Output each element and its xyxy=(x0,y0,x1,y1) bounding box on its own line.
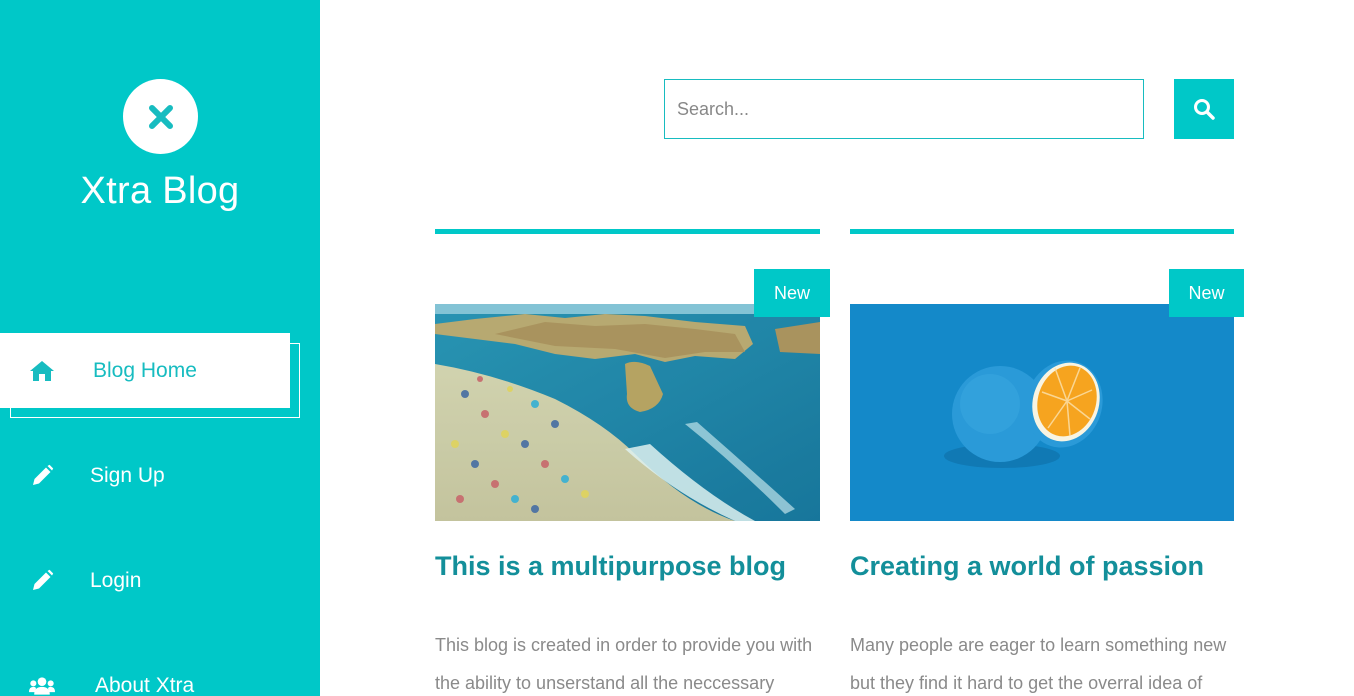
close-x-icon xyxy=(148,104,173,129)
search-icon xyxy=(1194,99,1215,120)
sidebar-item-login[interactable]: Login xyxy=(0,551,320,611)
search-input[interactable] xyxy=(664,79,1144,139)
sidebar-item-label: Blog Home xyxy=(93,359,197,382)
home-icon xyxy=(29,358,55,384)
pencil-icon xyxy=(29,463,55,489)
sidebar: Xtra Blog Blog Home Sign Up Login About … xyxy=(0,0,320,696)
sidebar-item-label: About Xtra xyxy=(95,674,195,696)
post-excerpt: Many people are eager to learn something… xyxy=(850,635,1227,693)
post-title[interactable]: This is a multipurpose blog xyxy=(435,551,786,582)
new-badge: New xyxy=(754,269,830,317)
card-divider xyxy=(435,229,820,234)
site-title[interactable]: Xtra Blog xyxy=(0,170,320,213)
pencil-icon xyxy=(29,568,55,594)
orange-image[interactable] xyxy=(850,304,1234,521)
sidebar-item-blog-home[interactable]: Blog Home xyxy=(0,341,320,401)
sidebar-item-label: Sign Up xyxy=(90,464,165,487)
card-divider xyxy=(850,229,1234,234)
new-badge: New xyxy=(1169,269,1244,317)
sidebar-item-label: Login xyxy=(90,569,142,592)
users-icon xyxy=(29,673,55,696)
search-button[interactable] xyxy=(1174,79,1234,139)
logo[interactable] xyxy=(123,79,198,154)
post-excerpt: This blog is created in order to provide… xyxy=(435,635,813,693)
sidebar-item-sign-up[interactable]: Sign Up xyxy=(0,446,320,506)
post-title[interactable]: Creating a world of passion xyxy=(850,551,1204,582)
sidebar-item-about[interactable]: About Xtra xyxy=(0,656,320,696)
beach-image[interactable] xyxy=(435,304,820,521)
